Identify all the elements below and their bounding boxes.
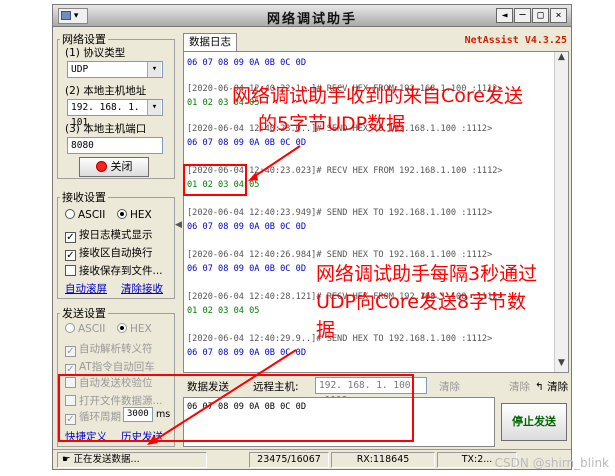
annotation-send-line2: UDP向Core发送8字节数 — [316, 291, 527, 313]
annotation-arrows — [147, 145, 301, 445]
arrow-to-recv — [251, 145, 301, 179]
annotation-recv-line2: 的5字节UDP数据 — [258, 113, 406, 135]
annotation-recv-line1: 网络调试助手收到的来自Core发送 — [232, 85, 523, 107]
annotation-send-line1: 网络调试助手每隔3秒通过 — [316, 263, 538, 285]
arrow-head-send — [147, 435, 158, 445]
arrow-head-recv — [248, 172, 258, 181]
arrow-to-send — [151, 349, 297, 443]
annotation-send-line3: 据 — [316, 319, 336, 341]
watermark: CSDN @shirn_blink — [494, 456, 609, 470]
